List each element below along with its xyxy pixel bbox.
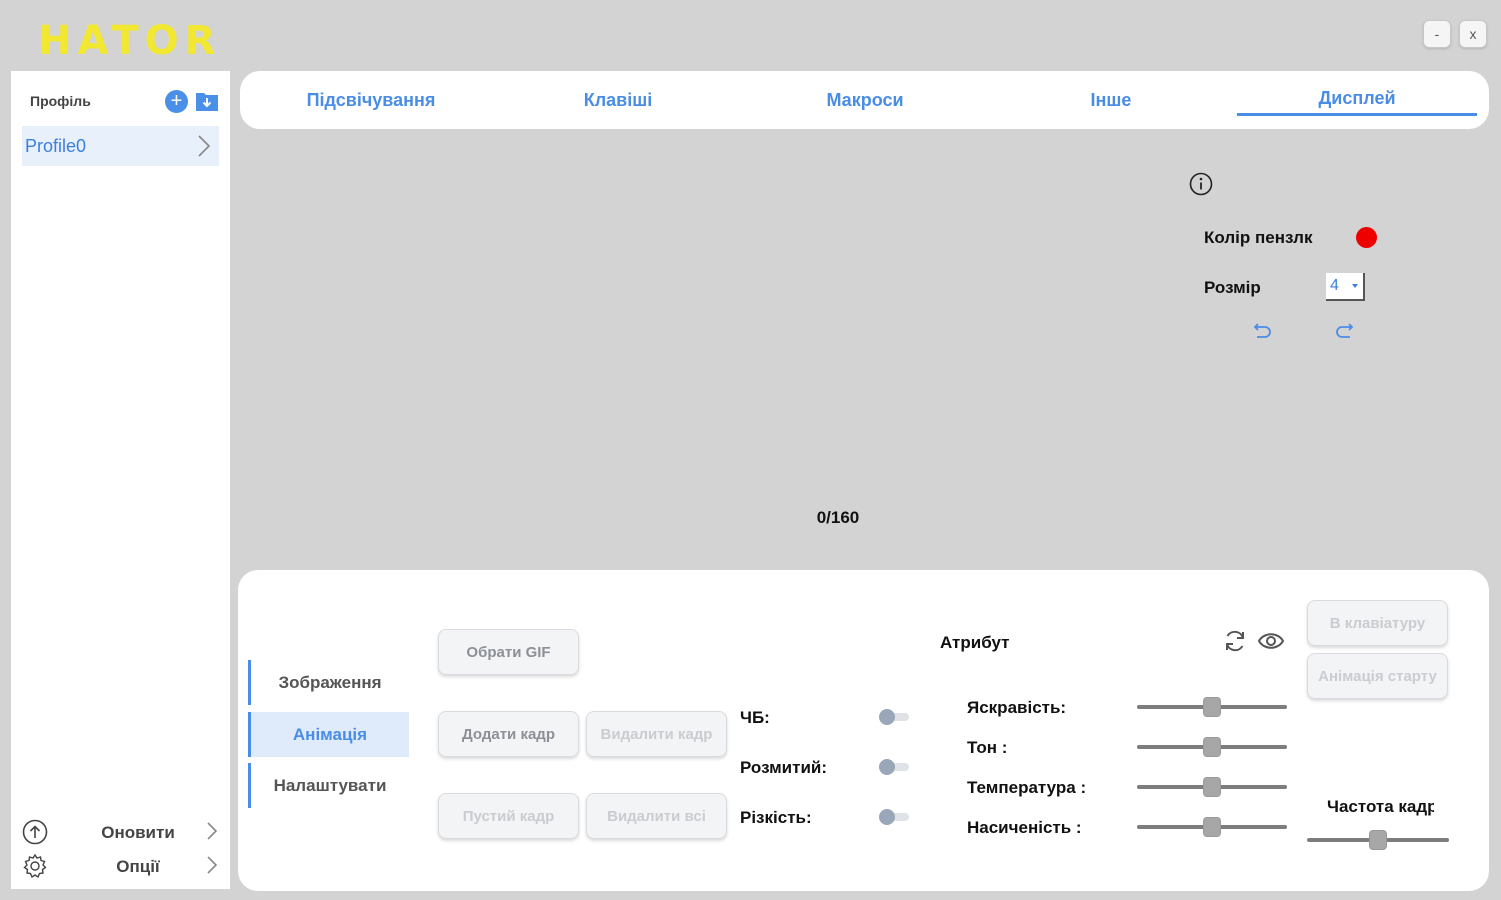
add-frame-button[interactable]: Додати кадр — [438, 711, 579, 757]
add-profile-icon[interactable]: + — [165, 90, 188, 113]
frame-counter: 0/160 — [816, 508, 860, 527]
subtab-image[interactable]: Зображення — [248, 660, 409, 705]
tab-display[interactable]: Дисплей — [1237, 88, 1477, 116]
tab-keys[interactable]: Клавіші — [498, 90, 738, 111]
upload-circle-icon — [22, 819, 48, 850]
options-label: Опції — [116, 857, 160, 876]
hue-slider[interactable] — [1137, 737, 1287, 757]
brightness-slider[interactable] — [1137, 697, 1287, 717]
eye-icon[interactable] — [1257, 630, 1285, 657]
empty-frame-button[interactable]: Пустий кадр — [438, 793, 579, 839]
temperature-label: Температура : — [967, 778, 1087, 797]
hue-label: Тон : — [967, 738, 1008, 757]
blur-toggle[interactable] — [879, 759, 909, 775]
update-button[interactable]: Оновити — [22, 817, 222, 847]
tab-macros[interactable]: Макроси — [745, 90, 985, 111]
saturation-label: Насиченість : — [967, 818, 1082, 837]
profile-sidebar: Профіль + Profile0 Оновити Опції — [11, 71, 230, 889]
size-label: Розмір — [1204, 278, 1261, 297]
update-label: Оновити — [101, 823, 175, 842]
import-profile-icon[interactable] — [195, 89, 219, 113]
choose-gif-button[interactable]: Обрати GIF — [438, 629, 579, 675]
frame-rate-slider[interactable] — [1307, 830, 1449, 850]
brightness-label: Яскравість: — [967, 698, 1067, 717]
chevron-right-icon — [197, 134, 211, 163]
options-button[interactable]: Опції — [22, 851, 222, 881]
subtab-animation[interactable]: Анімація — [248, 712, 409, 757]
tab-other[interactable]: Інше — [991, 90, 1231, 111]
blur-label: Розмитий: — [740, 758, 828, 777]
info-icon[interactable] — [1189, 172, 1213, 201]
brush-color-swatch[interactable] — [1356, 227, 1377, 248]
start-animation-button[interactable]: Анімація старту — [1307, 653, 1448, 699]
profile-item-label: Profile0 — [25, 136, 87, 156]
frame-rate-label: Частота кадр — [1327, 797, 1434, 816]
dropdown-arrow-icon — [1352, 284, 1358, 288]
size-value: 4 — [1330, 277, 1339, 294]
profile-item[interactable]: Profile0 — [22, 126, 219, 166]
gear-icon — [22, 853, 48, 884]
animation-panel: Зображення Анімація Налаштувати Обрати G… — [238, 570, 1489, 891]
refresh-icon[interactable] — [1223, 629, 1247, 658]
attribute-label: Атрибут — [940, 633, 1010, 652]
chevron-right-icon — [206, 821, 218, 846]
sharpness-toggle[interactable] — [879, 809, 909, 825]
close-button[interactable]: x — [1459, 20, 1487, 48]
delete-all-button[interactable]: Видалити всі — [586, 793, 727, 839]
temperature-slider[interactable] — [1137, 777, 1287, 797]
minimize-button[interactable]: - — [1423, 20, 1451, 48]
brush-color-label: Колір пензлк — [1204, 228, 1313, 247]
saturation-slider[interactable] — [1137, 817, 1287, 837]
size-select[interactable]: 4 — [1326, 273, 1365, 301]
tab-lighting[interactable]: Підсвічування — [251, 90, 491, 111]
main-tabs: Підсвічування Клавіші Макроси Інше Диспл… — [240, 71, 1489, 129]
sharpness-label: Різкість: — [740, 808, 812, 827]
redo-icon[interactable] — [1334, 320, 1354, 345]
bw-toggle[interactable] — [879, 709, 909, 725]
chevron-right-icon — [206, 855, 218, 880]
to-keyboard-button[interactable]: В клавіатуру — [1307, 600, 1448, 646]
subtab-settings[interactable]: Налаштувати — [248, 763, 409, 808]
hator-logo: HATOR — [38, 18, 222, 64]
undo-icon[interactable] — [1253, 320, 1273, 345]
profile-title: Профіль — [30, 93, 91, 109]
delete-frame-button[interactable]: Видалити кадр — [586, 711, 727, 757]
bw-label: ЧБ: — [740, 708, 770, 727]
